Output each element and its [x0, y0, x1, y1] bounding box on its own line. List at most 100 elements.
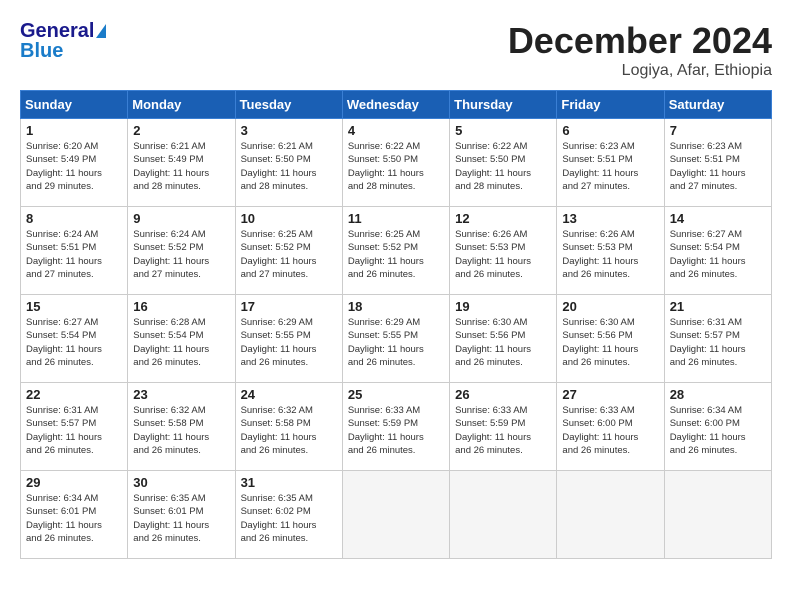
- day-number: 3: [241, 123, 337, 138]
- calendar-day: 10 Sunrise: 6:25 AMSunset: 5:52 PMDayligh…: [235, 207, 342, 295]
- calendar-day: 16 Sunrise: 6:28 AMSunset: 5:54 PMDayligh…: [128, 295, 235, 383]
- day-info: Sunrise: 6:26 AMSunset: 5:53 PMDaylight:…: [562, 228, 658, 281]
- calendar-day: 28 Sunrise: 6:34 AMSunset: 6:00 PMDayligh…: [664, 383, 771, 471]
- weekday-header: Friday: [557, 91, 664, 119]
- day-info: Sunrise: 6:25 AMSunset: 5:52 PMDaylight:…: [241, 228, 337, 281]
- calendar-day: 17Sunrise: 6:29 AMSunset: 5:55 PMDayligh…: [235, 295, 342, 383]
- calendar-day: 19 Sunrise: 6:30 AMSunset: 5:56 PMDayligh…: [450, 295, 557, 383]
- day-number: 2: [133, 123, 229, 138]
- day-info: Sunrise: 6:33 AMSunset: 6:00 PMDaylight:…: [562, 404, 658, 457]
- title-area: December 2024 Logiya, Afar, Ethiopia: [508, 20, 772, 80]
- day-number: 15: [26, 299, 122, 314]
- day-number: 6: [562, 123, 658, 138]
- day-info: Sunrise: 6:23 AMSunset: 5:51 PMDaylight:…: [670, 140, 766, 193]
- day-info: Sunrise: 6:25 AMSunset: 5:52 PMDaylight:…: [348, 228, 444, 281]
- calendar-day: 29 Sunrise: 6:34 AMSunset: 6:01 PMDayligh…: [21, 471, 128, 559]
- calendar-day: 20 Sunrise: 6:30 AMSunset: 5:56 PMDayligh…: [557, 295, 664, 383]
- calendar-day: 13 Sunrise: 6:26 AMSunset: 5:53 PMDayligh…: [557, 207, 664, 295]
- month-title: December 2024: [508, 20, 772, 62]
- calendar-week-row: 15Sunrise: 6:27 AMSunset: 5:54 PMDayligh…: [21, 295, 772, 383]
- day-number: 4: [348, 123, 444, 138]
- calendar-day: 12 Sunrise: 6:26 AMSunset: 5:53 PMDayligh…: [450, 207, 557, 295]
- calendar-day: 1 Sunrise: 6:20 AMSunset: 5:49 PMDaylight…: [21, 119, 128, 207]
- day-info: Sunrise: 6:33 AMSunset: 5:59 PMDaylight:…: [455, 404, 551, 457]
- weekday-header: Tuesday: [235, 91, 342, 119]
- calendar-day: 7 Sunrise: 6:23 AMSunset: 5:51 PMDaylight…: [664, 119, 771, 207]
- day-info: Sunrise: 6:33 AMSunset: 5:59 PMDaylight:…: [348, 404, 444, 457]
- day-info: Sunrise: 6:24 AMSunset: 5:51 PMDaylight:…: [26, 228, 122, 281]
- day-info: Sunrise: 6:22 AMSunset: 5:50 PMDaylight:…: [348, 140, 444, 193]
- day-info: Sunrise: 6:26 AMSunset: 5:53 PMDaylight:…: [455, 228, 551, 281]
- day-info: Sunrise: 6:30 AMSunset: 5:56 PMDaylight:…: [455, 316, 551, 369]
- calendar-day: 30Sunrise: 6:35 AMSunset: 6:01 PMDayligh…: [128, 471, 235, 559]
- calendar-day: 2Sunrise: 6:21 AMSunset: 5:49 PMDaylight…: [128, 119, 235, 207]
- day-number: 16: [133, 299, 229, 314]
- day-number: 18: [348, 299, 444, 314]
- day-info: Sunrise: 6:30 AMSunset: 5:56 PMDaylight:…: [562, 316, 658, 369]
- day-number: 10: [241, 211, 337, 226]
- calendar-day: 11Sunrise: 6:25 AMSunset: 5:52 PMDayligh…: [342, 207, 449, 295]
- day-info: Sunrise: 6:34 AMSunset: 6:01 PMDaylight:…: [26, 492, 122, 545]
- page-header: General Blue December 2024 Logiya, Afar,…: [20, 20, 772, 80]
- day-info: Sunrise: 6:24 AMSunset: 5:52 PMDaylight:…: [133, 228, 229, 281]
- day-number: 7: [670, 123, 766, 138]
- calendar-week-row: 22 Sunrise: 6:31 AMSunset: 5:57 PMDayligh…: [21, 383, 772, 471]
- day-info: Sunrise: 6:23 AMSunset: 5:51 PMDaylight:…: [562, 140, 658, 193]
- calendar-day: 31 Sunrise: 6:35 AMSunset: 6:02 PMDayligh…: [235, 471, 342, 559]
- calendar-day: 22 Sunrise: 6:31 AMSunset: 5:57 PMDayligh…: [21, 383, 128, 471]
- calendar-day: 18 Sunrise: 6:29 AMSunset: 5:55 PMDayligh…: [342, 295, 449, 383]
- logo-general: General: [20, 20, 94, 42]
- day-info: Sunrise: 6:32 AMSunset: 5:58 PMDaylight:…: [133, 404, 229, 457]
- day-number: 19: [455, 299, 551, 314]
- day-number: 13: [562, 211, 658, 226]
- day-number: 12: [455, 211, 551, 226]
- day-number: 22: [26, 387, 122, 402]
- calendar-day: 6 Sunrise: 6:23 AMSunset: 5:51 PMDaylight…: [557, 119, 664, 207]
- calendar-day: [664, 471, 771, 559]
- day-info: Sunrise: 6:21 AMSunset: 5:50 PMDaylight:…: [241, 140, 337, 193]
- day-info: Sunrise: 6:22 AMSunset: 5:50 PMDaylight:…: [455, 140, 551, 193]
- day-number: 30: [133, 475, 229, 490]
- day-number: 23: [133, 387, 229, 402]
- calendar-day: 21 Sunrise: 6:31 AMSunset: 5:57 PMDayligh…: [664, 295, 771, 383]
- calendar-day: 23 Sunrise: 6:32 AMSunset: 5:58 PMDayligh…: [128, 383, 235, 471]
- calendar-table: SundayMondayTuesdayWednesdayThursdayFrid…: [20, 90, 772, 559]
- day-info: Sunrise: 6:29 AMSunset: 5:55 PMDaylight:…: [348, 316, 444, 369]
- day-info: Sunrise: 6:28 AMSunset: 5:54 PMDaylight:…: [133, 316, 229, 369]
- calendar-header-row: SundayMondayTuesdayWednesdayThursdayFrid…: [21, 91, 772, 119]
- day-number: 1: [26, 123, 122, 138]
- day-info: Sunrise: 6:20 AMSunset: 5:49 PMDaylight:…: [26, 140, 122, 193]
- weekday-header: Thursday: [450, 91, 557, 119]
- calendar-day: 26Sunrise: 6:33 AMSunset: 5:59 PMDayligh…: [450, 383, 557, 471]
- weekday-header: Saturday: [664, 91, 771, 119]
- calendar-day: 5 Sunrise: 6:22 AMSunset: 5:50 PMDaylight…: [450, 119, 557, 207]
- calendar-week-row: 1 Sunrise: 6:20 AMSunset: 5:49 PMDaylight…: [21, 119, 772, 207]
- calendar-day: 3 Sunrise: 6:21 AMSunset: 5:50 PMDaylight…: [235, 119, 342, 207]
- calendar-day: 25 Sunrise: 6:33 AMSunset: 5:59 PMDayligh…: [342, 383, 449, 471]
- calendar-day: [557, 471, 664, 559]
- logo-triangle-icon: [96, 24, 106, 38]
- day-number: 28: [670, 387, 766, 402]
- calendar-day: 27Sunrise: 6:33 AMSunset: 6:00 PMDayligh…: [557, 383, 664, 471]
- day-number: 20: [562, 299, 658, 314]
- day-number: 29: [26, 475, 122, 490]
- day-info: Sunrise: 6:29 AMSunset: 5:55 PMDaylight:…: [241, 316, 337, 369]
- day-number: 9: [133, 211, 229, 226]
- location: Logiya, Afar, Ethiopia: [508, 62, 772, 80]
- calendar-day: 8Sunrise: 6:24 AMSunset: 5:51 PMDaylight…: [21, 207, 128, 295]
- day-number: 5: [455, 123, 551, 138]
- logo-blue: Blue: [20, 40, 106, 62]
- calendar-day: 14Sunrise: 6:27 AMSunset: 5:54 PMDayligh…: [664, 207, 771, 295]
- weekday-header: Sunday: [21, 91, 128, 119]
- day-info: Sunrise: 6:35 AMSunset: 6:02 PMDaylight:…: [241, 492, 337, 545]
- day-number: 21: [670, 299, 766, 314]
- day-info: Sunrise: 6:34 AMSunset: 6:00 PMDaylight:…: [670, 404, 766, 457]
- day-number: 25: [348, 387, 444, 402]
- day-info: Sunrise: 6:32 AMSunset: 5:58 PMDaylight:…: [241, 404, 337, 457]
- calendar-day: 4 Sunrise: 6:22 AMSunset: 5:50 PMDaylight…: [342, 119, 449, 207]
- day-info: Sunrise: 6:31 AMSunset: 5:57 PMDaylight:…: [26, 404, 122, 457]
- logo: General Blue: [20, 20, 106, 62]
- day-number: 24: [241, 387, 337, 402]
- day-info: Sunrise: 6:31 AMSunset: 5:57 PMDaylight:…: [670, 316, 766, 369]
- day-number: 31: [241, 475, 337, 490]
